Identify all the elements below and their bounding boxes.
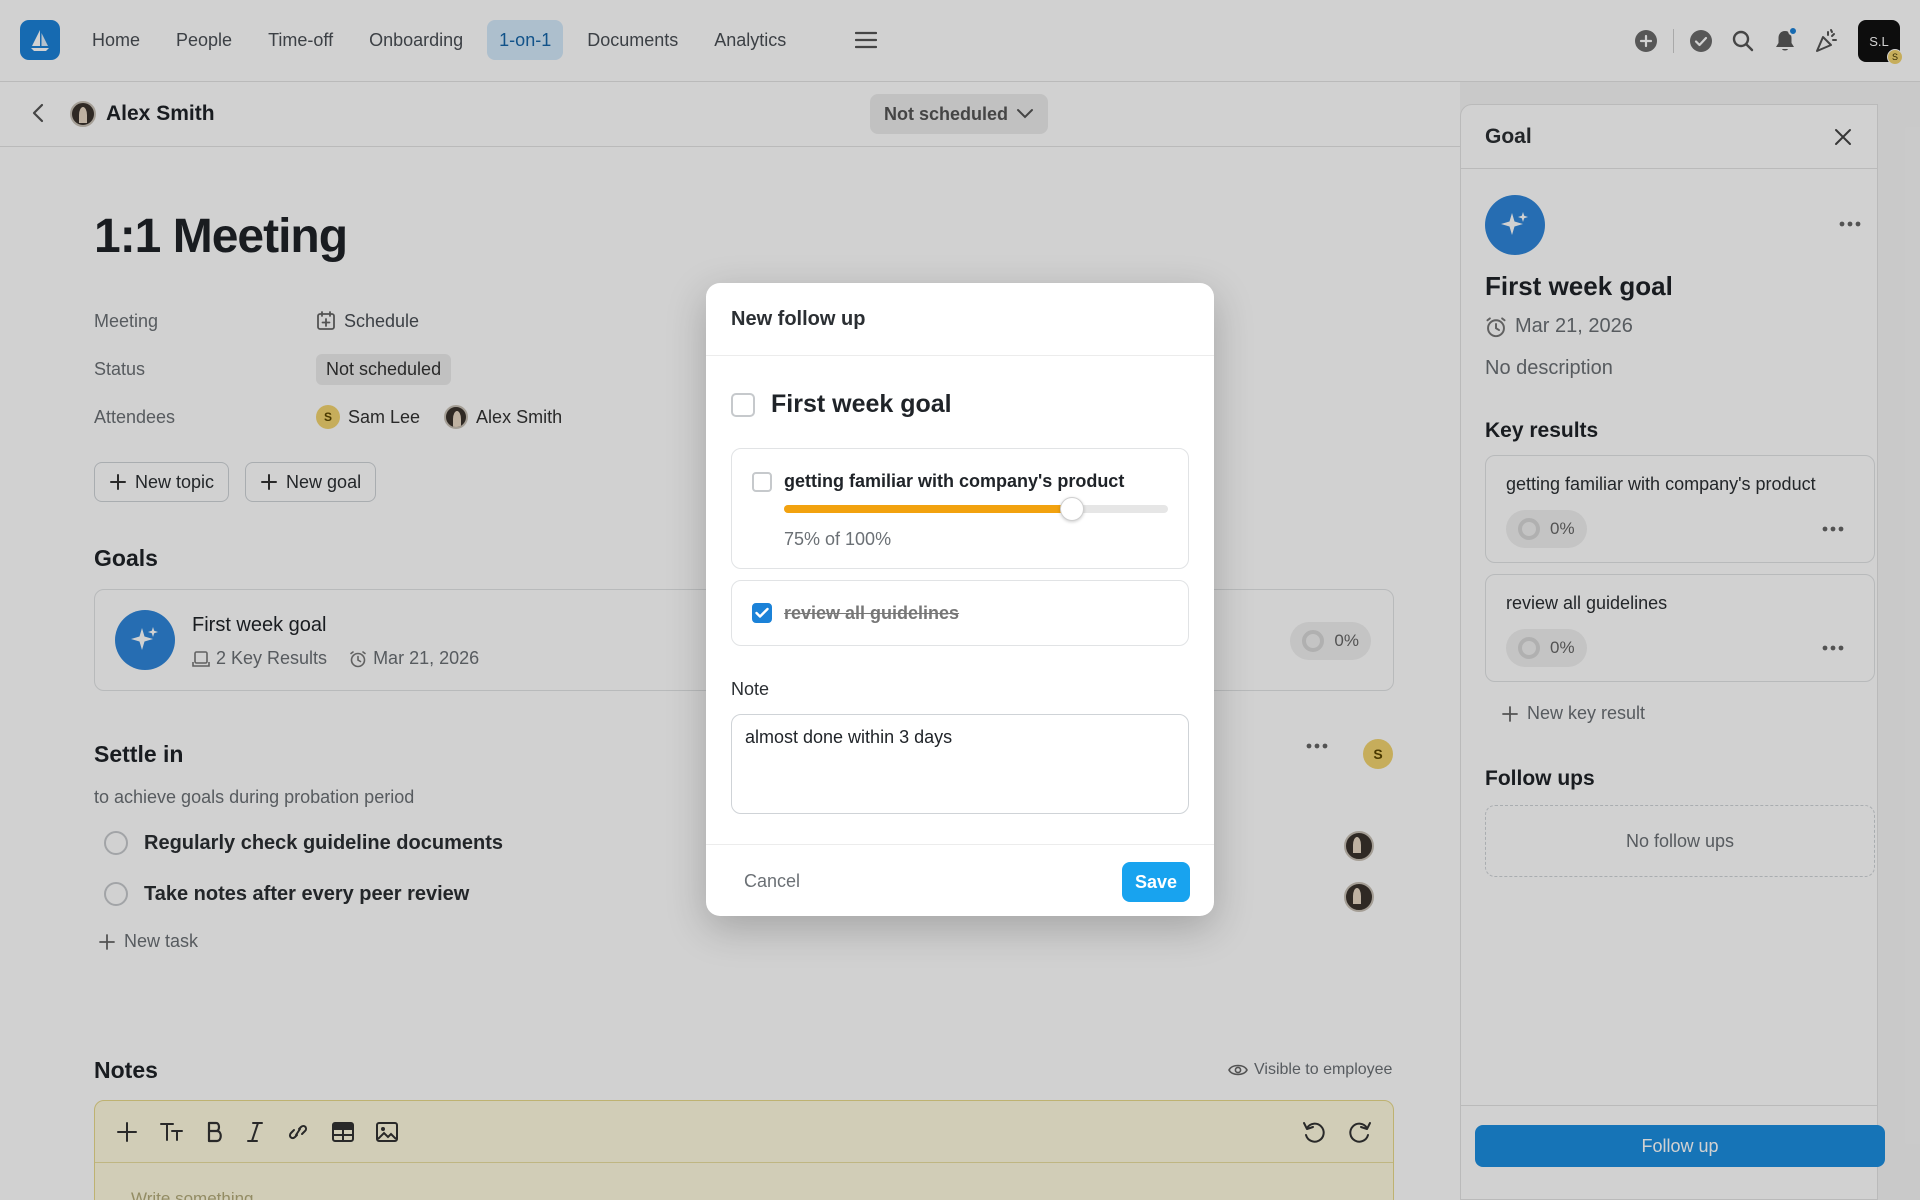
goal-checkbox[interactable] bbox=[731, 392, 755, 417]
checkmark-icon bbox=[755, 607, 769, 618]
key-result-checkbox-checked[interactable] bbox=[752, 603, 772, 623]
note-label: Note bbox=[731, 679, 770, 699]
new-follow-up-dialog: New follow up First week goal getting fa… bbox=[706, 283, 1214, 916]
note-textarea[interactable]: almost done within 3 days bbox=[731, 714, 1189, 814]
key-result-item[interactable]: review all guidelines bbox=[731, 580, 1189, 646]
cancel-button[interactable]: Cancel bbox=[744, 871, 800, 892]
dialog-footer: Cancel Save bbox=[706, 844, 1214, 916]
dialog-goal-row[interactable]: First week goal bbox=[731, 390, 952, 419]
progress-slider-thumb[interactable] bbox=[1060, 497, 1084, 521]
progress-text: 75% of 100% bbox=[784, 529, 892, 549]
key-result-checkbox[interactable] bbox=[752, 471, 772, 492]
key-result-row[interactable]: getting familiar with company's product bbox=[752, 471, 1124, 492]
key-result-item: getting familiar with company's product … bbox=[731, 448, 1189, 569]
key-result-name: getting familiar with company's product bbox=[784, 471, 1125, 491]
dialog-title: New follow up bbox=[706, 283, 1214, 356]
key-result-name: review all guidelines bbox=[784, 602, 960, 623]
progress-slider-fill bbox=[784, 505, 1072, 513]
progress-slider[interactable] bbox=[784, 497, 1168, 521]
dialog-goal-name: First week goal bbox=[771, 390, 952, 418]
save-button[interactable]: Save bbox=[1122, 862, 1190, 902]
